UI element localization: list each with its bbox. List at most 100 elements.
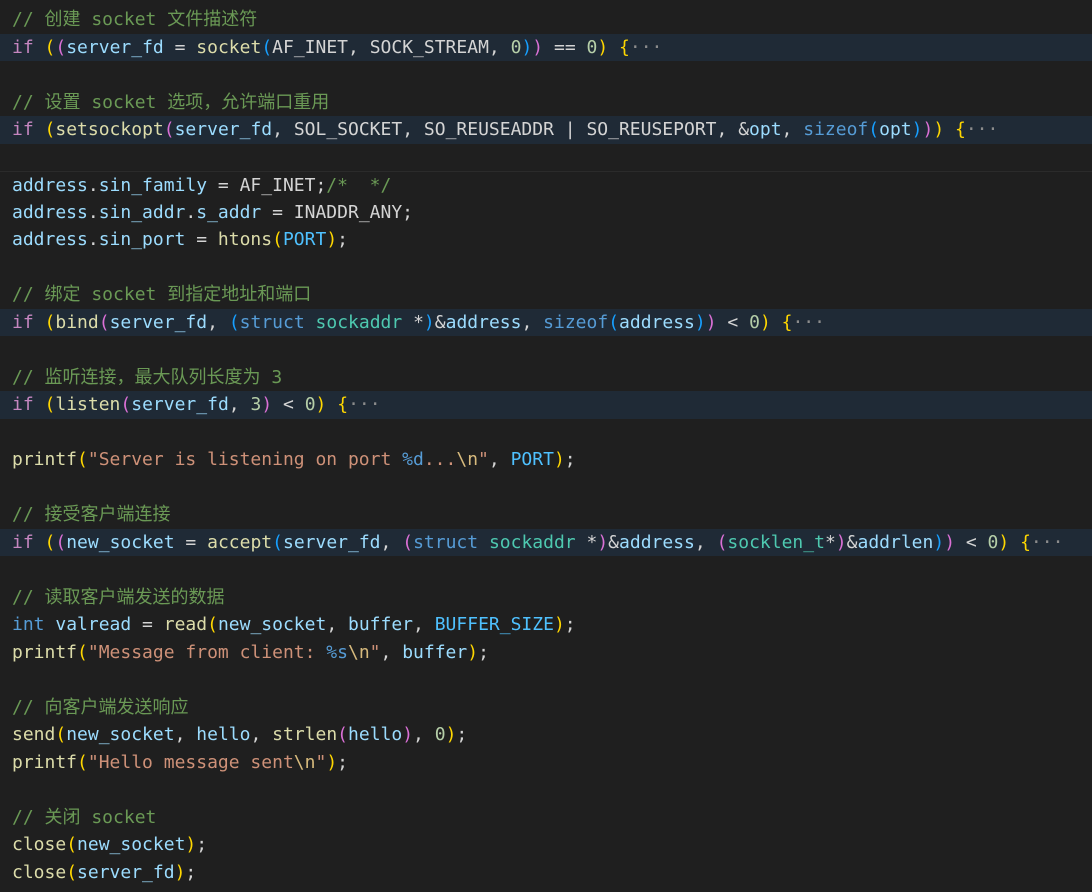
code-token: ) xyxy=(933,531,945,553)
fold-ellipsis-icon[interactable]: ··· xyxy=(1031,532,1064,553)
code-token: address xyxy=(619,311,695,333)
code-token: hello xyxy=(196,724,251,745)
fold-ellipsis-icon[interactable]: ··· xyxy=(348,394,381,415)
code-line[interactable]: printf("Hello message sent\n"); xyxy=(0,749,1092,777)
folded-code-line[interactable]: if ((server_fd = socket(AF_INET, SOCK_ST… xyxy=(0,33,1092,61)
code-line[interactable]: // 设置 socket 选项，允许端口重用 xyxy=(0,89,1092,117)
code-token: * xyxy=(402,311,424,333)
fold-ellipsis-icon[interactable]: ··· xyxy=(966,119,999,140)
code-token: , xyxy=(402,119,424,140)
code-line[interactable]: address.sin_family = AF_INET;/* */ xyxy=(0,171,1092,199)
code-token: ( xyxy=(55,724,67,745)
blank-line[interactable] xyxy=(0,61,1092,89)
code-comment: // 向客户端发送响应 xyxy=(12,696,189,718)
code-line[interactable]: address.sin_port = htons(PORT); xyxy=(0,226,1092,254)
code-token: ) xyxy=(326,751,338,773)
code-token: == xyxy=(543,36,587,58)
code-token: 0 xyxy=(510,36,522,58)
code-token: , xyxy=(694,531,717,553)
code-token: if xyxy=(12,119,34,140)
code-token: new_socket xyxy=(217,614,327,635)
code-line[interactable]: // 绑定 socket 到指定地址和端口 xyxy=(0,281,1092,309)
code-comment: // 关闭 socket xyxy=(12,806,157,828)
code-token: \n xyxy=(347,641,370,663)
code-token: . xyxy=(87,229,99,250)
code-line[interactable]: close(server_fd); xyxy=(0,859,1092,887)
code-token: %s xyxy=(326,641,348,663)
code-line[interactable]: send(new_socket, hello, strlen(hello), 0… xyxy=(0,721,1092,749)
code-line[interactable]: printf("Message from client: %s\n", buff… xyxy=(0,639,1092,667)
code-token: server_fd xyxy=(131,394,229,415)
code-line[interactable]: printf("Server is listening on port %d..… xyxy=(0,446,1092,474)
code-token: { xyxy=(1020,531,1031,553)
blank-line[interactable] xyxy=(0,254,1092,282)
code-token: , xyxy=(228,394,251,415)
code-token: ) xyxy=(759,311,771,333)
code-line[interactable]: int valread = read(new_socket, buffer, B… xyxy=(0,611,1092,639)
code-token: ( xyxy=(77,449,88,470)
folded-code-line[interactable]: if ((new_socket = accept(server_fd, (str… xyxy=(0,528,1092,556)
blank-line[interactable] xyxy=(0,776,1092,804)
code-token: { xyxy=(619,36,630,58)
blank-line[interactable] xyxy=(0,666,1092,694)
code-comment: // 接受客户端连接 xyxy=(12,504,171,525)
blank-line[interactable] xyxy=(0,336,1092,364)
code-token: ) xyxy=(326,229,338,250)
code-line[interactable]: // 创建 socket 文件描述符 xyxy=(0,6,1092,34)
code-token: ) xyxy=(597,36,609,58)
code-editor[interactable]: // 创建 socket 文件描述符 if ((server_fd = socke… xyxy=(0,6,1092,886)
code-token: ( xyxy=(261,36,273,58)
code-token: , xyxy=(413,724,435,745)
code-token: " xyxy=(315,751,327,773)
blank-line[interactable] xyxy=(0,474,1092,502)
code-token: sizeof xyxy=(803,119,869,140)
code-token: printf xyxy=(12,751,78,773)
code-token: valread xyxy=(55,614,132,635)
code-line[interactable]: // 接受客户端连接 xyxy=(0,501,1092,529)
code-token: 0 xyxy=(586,36,598,58)
code-token: & xyxy=(846,531,858,553)
code-token: ( xyxy=(272,229,283,250)
code-line[interactable]: address.sin_addr.s_addr = INADDR_ANY; xyxy=(0,199,1092,227)
code-token: printf xyxy=(12,641,78,663)
code-token: bind xyxy=(55,311,99,333)
code-token: { xyxy=(337,394,349,415)
fold-ellipsis-icon[interactable]: ··· xyxy=(630,37,663,58)
code-line[interactable]: close(new_socket); xyxy=(0,831,1092,859)
code-line[interactable]: // 读取客户端发送的数据 xyxy=(0,584,1092,612)
blank-line[interactable] xyxy=(0,419,1092,447)
code-token: %d xyxy=(402,449,424,470)
fold-ellipsis-icon[interactable]: ··· xyxy=(792,312,825,333)
code-token: ) xyxy=(922,119,934,140)
code-line[interactable]: // 关闭 socket xyxy=(0,804,1092,832)
code-line[interactable]: // 监听连接，最大队列长度为 3 xyxy=(0,364,1092,392)
code-line[interactable]: // 向客户端发送响应 xyxy=(0,694,1092,722)
code-token: sizeof xyxy=(543,311,609,333)
code-token: ) xyxy=(261,394,273,415)
code-token: \n xyxy=(456,449,479,470)
code-token: = xyxy=(261,201,294,223)
folded-code-line[interactable]: if (setsockopt(server_fd, SOL_SOCKET, SO… xyxy=(0,116,1092,144)
code-token: , xyxy=(380,531,403,553)
blank-line[interactable] xyxy=(0,144,1092,172)
code-token: close xyxy=(12,834,67,855)
code-token: = xyxy=(131,614,164,635)
code-token: , xyxy=(488,36,511,58)
code-token: listen xyxy=(55,394,121,415)
code-token: ) xyxy=(694,311,706,333)
blank-line[interactable] xyxy=(0,556,1092,584)
code-token: ( xyxy=(163,119,175,140)
code-token: SOCK_STREAM xyxy=(369,36,489,58)
code-token: ; xyxy=(564,449,576,470)
folded-code-line[interactable]: if (bind(server_fd, (struct sockaddr *)&… xyxy=(0,308,1092,336)
code-token: 0 xyxy=(304,394,316,415)
code-token: setsockopt xyxy=(55,119,164,140)
folded-code-line[interactable]: if (listen(server_fd, 3) < 0) {··· xyxy=(0,391,1092,419)
code-token: , xyxy=(348,36,370,58)
code-token: ( xyxy=(44,311,56,333)
code-token: opt xyxy=(879,119,912,140)
code-token: ( xyxy=(98,311,110,333)
code-token: accept xyxy=(207,531,273,553)
